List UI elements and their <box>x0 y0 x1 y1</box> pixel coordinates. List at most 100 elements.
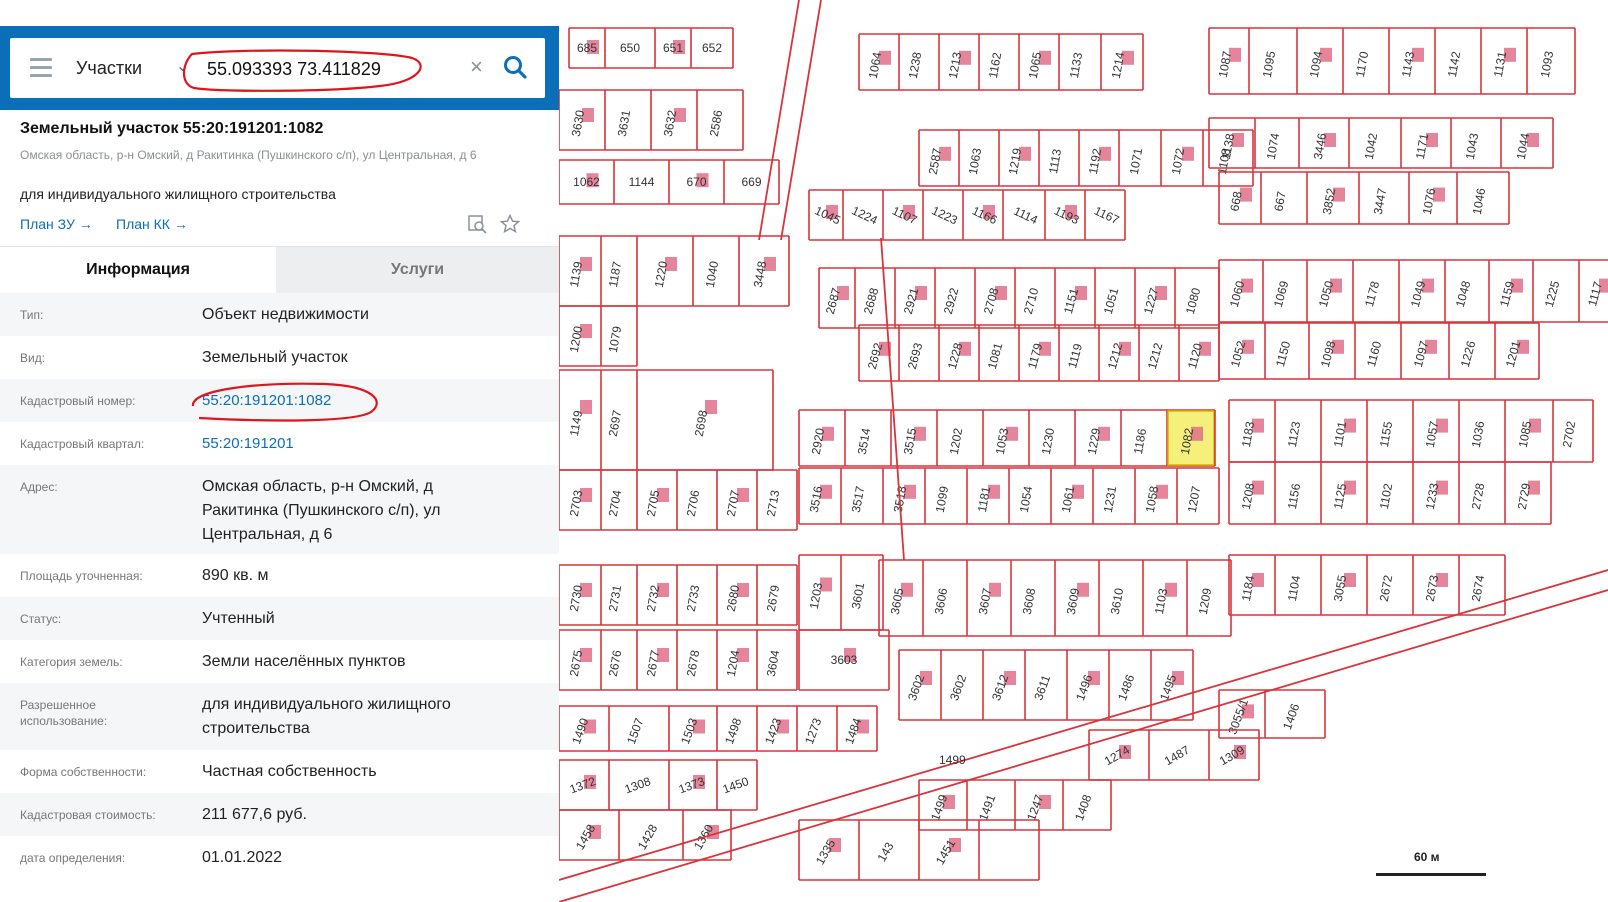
parcel-number-label: 1102 <box>1377 482 1395 510</box>
parcel-number-label: 2728 <box>1469 482 1487 511</box>
cadastral-quarter-link[interactable]: 55:20:191201 <box>202 432 532 456</box>
parcel-number-label: 3515 <box>901 427 919 456</box>
parcel-number-label: 2706 <box>684 489 702 518</box>
parcel-number-label: 3448 <box>751 260 769 289</box>
parcel-number-label: 2702 <box>1560 420 1578 449</box>
plan-zu-link[interactable]: План ЗУ → <box>20 216 93 232</box>
parcel-number-label: 1193 <box>1052 204 1082 228</box>
parcel-number-label: 1120 <box>1185 341 1205 370</box>
parcel-number-label: 1061 <box>1059 485 1077 514</box>
parcel-number-label: 1214 <box>1109 51 1127 80</box>
parcel-number-label: 1155 <box>1377 420 1395 448</box>
zoom-to-object-icon[interactable] <box>467 214 487 234</box>
parcel-number-label: 1219 <box>1006 147 1024 176</box>
parcel-number-label: 1131 <box>1491 50 1509 78</box>
info-row-valuation-date: дата определения: 01.01.2022 <box>0 836 559 879</box>
menu-icon[interactable] <box>30 58 52 77</box>
info-row-address: Адрес: Омская область, р-н Омский, д Рак… <box>0 465 559 554</box>
parcel-number-label: 1496 <box>1073 672 1095 702</box>
parcel-number-label: 1308 <box>623 774 653 796</box>
parcel-number-label: 669 <box>741 175 761 189</box>
parcel-number-label: 2674 <box>1469 574 1487 603</box>
tab-info[interactable]: Информация <box>0 247 276 293</box>
parcel-number-label: 1042 <box>1362 132 1380 161</box>
clear-icon[interactable]: × <box>470 54 483 80</box>
parcel-number-label: 3611 <box>1031 673 1053 702</box>
parcel-number-label: 1101 <box>1331 420 1349 448</box>
cadastral-number-link[interactable]: 55:20:191201:1082 <box>202 389 532 413</box>
plan-kk-link[interactable]: План КК → <box>116 216 188 232</box>
parcel-number-label: 2677 <box>644 649 662 678</box>
parcel-number-label: 1049 <box>1408 279 1429 309</box>
parcel-number-label: 1046 <box>1470 187 1488 216</box>
parcel-number-label: 1450 <box>721 774 751 796</box>
parcel-number-label: 1487 <box>1162 743 1192 769</box>
parcel-title: Земельный участок 55:20:191201:1082 <box>20 120 324 137</box>
parcel-number-label: 1406 <box>1280 701 1302 731</box>
parcel-number-label: 1491 <box>976 792 998 822</box>
parcel-number-label: 3608 <box>1020 587 1038 616</box>
parcel-number-label: 2731 <box>606 584 624 613</box>
parcel-number-label: 3602 <box>947 672 969 702</box>
info-row-cadastral-number: Кадастровый номер: 55:20:191201:1082 <box>0 379 559 422</box>
parcel-number-label: 3612 <box>989 672 1011 702</box>
parcel-number-label: 2708 <box>981 286 1002 316</box>
info-key: Вид: <box>20 351 46 365</box>
parcel-number-label: 2678 <box>684 649 702 678</box>
parcel-number-label: 3516 <box>807 485 825 514</box>
parcel-number-label: 1133 <box>1067 51 1085 79</box>
parcel-number-label: 2693 <box>905 341 926 371</box>
parcel-number-label: 1093 <box>1538 50 1556 79</box>
parcel-number-label: 1064 <box>866 51 884 80</box>
parcel-number-label: 1103 <box>1152 587 1170 615</box>
parcel-number-label: 3446 <box>1311 132 1329 161</box>
parcel-number-label: 2680 <box>724 584 742 613</box>
parcel-number-label: 1160 <box>1364 339 1384 368</box>
parcel-number-label: 1094 <box>1307 50 1325 79</box>
parcel-number-label: 1087 <box>1216 50 1234 79</box>
layer-select[interactable]: Участки <box>76 58 142 79</box>
parcel-number-label: 1060 <box>1227 279 1248 309</box>
info-value: 01.01.2022 <box>202 849 283 866</box>
info-key: Форма собственности: <box>20 765 147 779</box>
info-value: для индивидуального жилищного строительс… <box>202 696 451 737</box>
parcel-number-label: 1204 <box>724 649 742 678</box>
parcel-number-label: 1119 <box>1065 342 1085 370</box>
parcel-number-label: 1081 <box>985 341 1006 371</box>
parcel-number-label: 1036 <box>1469 420 1487 449</box>
cadastral-map[interactable]: 685 650 651 652 1064 1238 1213 1162 1065 1133 1214… <box>559 0 1608 902</box>
parcel-number-label: 2688 <box>861 286 882 316</box>
chevron-down-icon[interactable]: ⌄ <box>176 56 189 76</box>
star-icon[interactable] <box>500 214 520 234</box>
map-canvas[interactable]: 685 650 651 652 1064 1238 1213 1162 1065 1133 1214… <box>559 0 1608 902</box>
parcel-number-label: 2692 <box>865 341 886 371</box>
parcel-number-label: 1074 <box>1264 132 1282 161</box>
tab-services[interactable]: Услуги <box>276 247 559 293</box>
info-row-cadastral-quarter: Кадастровый квартал: 55:20:191201 <box>0 422 559 465</box>
parcel-number-label: 1231 <box>1101 485 1119 514</box>
search-icon[interactable] <box>502 54 528 80</box>
parcel-number-label: 1209 <box>1196 587 1214 616</box>
info-value: Объект недвижимости <box>202 306 369 323</box>
parcel-number-label: 1223 <box>930 203 960 227</box>
parcel-number-label: 2673 <box>1423 574 1441 603</box>
parcel-number-label: 1187 <box>606 260 624 288</box>
parcel-address-short: Омская область, р-н Омский, д Ракитинка … <box>20 148 477 162</box>
parcel-number-label: 1159 <box>1497 279 1517 308</box>
parcel-number-label: 1143 <box>1399 50 1417 78</box>
parcel-number-label: 1225 <box>1542 279 1563 309</box>
info-value: Учтенный <box>202 610 275 627</box>
info-row-cadastral-value: Кадастровая стоимость: 211 677,6 руб. <box>0 793 559 836</box>
parcel-number-label: 668 <box>1227 190 1244 212</box>
parcel-number-label: 3606 <box>932 587 950 616</box>
parcel-number-label: 1207 <box>1185 485 1203 514</box>
search-input[interactable] <box>205 52 469 86</box>
parcel-number-label: 2586 <box>707 109 725 138</box>
parcel-number-label: 2704 <box>606 489 624 518</box>
parcel-number-label: 1079 <box>606 325 624 354</box>
parcel-number-label: 1123 <box>1285 420 1303 448</box>
parcel-number-label: 2710 <box>1021 286 1042 316</box>
parcel-number-label: 1071 <box>1127 147 1145 176</box>
parcel-number-label: 2732 <box>644 584 662 613</box>
parcel-number-label: 2707 <box>724 489 742 518</box>
